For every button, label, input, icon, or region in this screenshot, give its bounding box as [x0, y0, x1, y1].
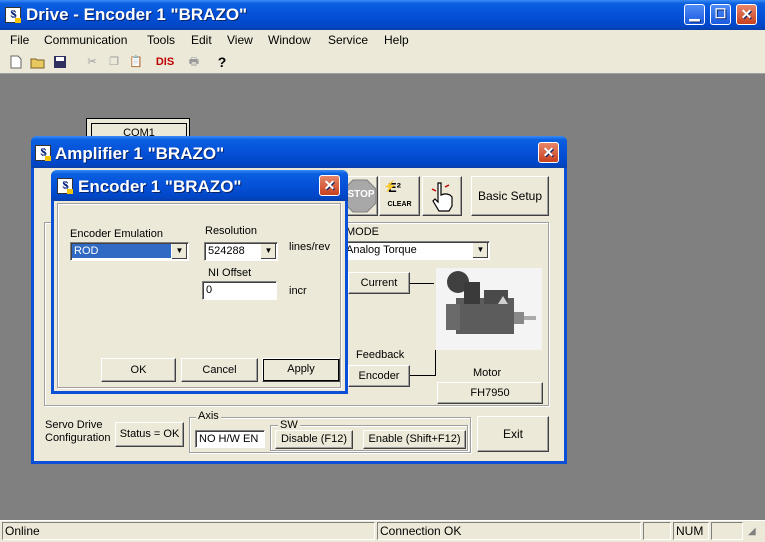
disable-button[interactable]: Disable (F12) — [275, 430, 353, 449]
ni-offset-label: NI Offset — [208, 267, 252, 279]
maximize-button[interactable]: ☐ — [710, 4, 731, 25]
cancel-button[interactable]: Cancel — [181, 358, 258, 382]
servo-config-label-1: Servo Drive — [45, 419, 103, 431]
save-icon[interactable] — [52, 55, 68, 69]
encoder-dialog-title: Encoder 1 "BRAZO" — [78, 177, 242, 196]
open-folder-icon[interactable] — [30, 55, 46, 69]
chevron-down-icon[interactable]: ▼ — [472, 243, 488, 258]
chevron-down-icon[interactable]: ▼ — [171, 244, 187, 259]
mode-label: MODE — [346, 226, 379, 238]
current-button[interactable]: Current — [348, 272, 410, 294]
mode-select-value: Analog Torque — [346, 244, 417, 256]
basic-setup-button[interactable]: Basic Setup — [471, 176, 549, 216]
chevron-down-icon[interactable]: ▼ — [260, 244, 276, 259]
status-panel-blank-1 — [643, 522, 671, 540]
servo-config-label-2: Configuration — [45, 432, 111, 444]
status-button[interactable]: Status = OK — [115, 422, 184, 447]
e2-clear-label: CLEAR — [387, 201, 412, 208]
ok-button[interactable]: OK — [101, 358, 176, 382]
encoder-dialog-title-bar: S Encoder 1 "BRAZO" ✕ — [51, 170, 348, 201]
encoder-emulation-select[interactable]: ROD ▼ — [70, 242, 189, 261]
resize-grip-icon[interactable]: ◢ — [748, 526, 762, 540]
main-close-button[interactable]: ✕ — [736, 4, 757, 25]
resolution-label: Resolution — [205, 225, 257, 237]
print-icon[interactable]: 🖶 — [186, 55, 202, 69]
resolution-value: 524288 — [208, 245, 245, 257]
status-online: Online — [2, 522, 375, 540]
amplifier-app-icon: S — [35, 145, 51, 161]
current-connector-line — [410, 283, 434, 284]
enable-button[interactable]: Enable (Shift+F12) — [363, 430, 466, 449]
motor-label: Motor — [473, 367, 502, 379]
axis-group-label: Axis — [196, 410, 221, 422]
amplifier-window-title: Amplifier 1 "BRAZO" — [55, 144, 225, 163]
cut-icon[interactable]: ✂ — [84, 55, 100, 69]
main-title-bar: S Drive - Encoder 1 "BRAZO" ▁ ☐ ✕ — [0, 0, 765, 30]
menu-file[interactable]: File — [10, 33, 29, 47]
mode-select[interactable]: Analog Torque ▼ — [342, 241, 490, 260]
feedback-label: Feedback — [356, 349, 405, 361]
dis-button[interactable]: DIS — [154, 55, 176, 69]
motor-image — [436, 268, 542, 350]
menu-communication[interactable]: Communication — [44, 33, 127, 47]
axis-status-field: NO H/W EN — [195, 430, 265, 448]
encoder-app-icon: S — [57, 178, 73, 194]
status-num: NUM — [673, 522, 709, 540]
main-window-title: Drive - Encoder 1 "BRAZO" — [26, 5, 248, 24]
encoder-connector-line — [410, 375, 436, 376]
encoder-emulation-value: ROD — [72, 244, 171, 258]
new-file-icon[interactable] — [8, 55, 24, 69]
motor-button[interactable]: FH7950 — [437, 382, 543, 404]
menu-tools[interactable]: Tools — [147, 33, 175, 47]
apply-button[interactable]: Apply — [262, 358, 340, 382]
encoder-emulation-label: Encoder Emulation — [70, 228, 163, 240]
amplifier-title-bar: S Amplifier 1 "BRAZO" ✕ — [31, 136, 567, 168]
menu-window[interactable]: Window — [268, 33, 311, 47]
menu-edit[interactable]: Edit — [191, 33, 212, 47]
amplifier-close-button[interactable]: ✕ — [538, 142, 559, 163]
menu-service[interactable]: Service — [328, 33, 368, 47]
e2-clear-button[interactable]: E² ⚡ CLEAR — [379, 176, 420, 216]
status-connection: Connection OK — [377, 522, 641, 540]
encoder-close-button[interactable]: ✕ — [319, 175, 340, 196]
exit-button[interactable]: Exit — [477, 416, 549, 452]
status-panel-blank-2 — [711, 522, 743, 540]
menu-help[interactable]: Help — [384, 33, 409, 47]
resolution-select[interactable]: 524288 ▼ — [204, 242, 278, 261]
minimize-button[interactable]: ▁ — [684, 4, 705, 25]
encoder-button[interactable]: Encoder — [348, 365, 410, 387]
lightning-icon: ⚡ — [383, 181, 397, 193]
help-icon[interactable]: ? — [214, 55, 230, 69]
paste-icon[interactable]: 📋 — [128, 55, 144, 69]
ni-offset-input[interactable]: 0 — [202, 281, 277, 300]
menu-view[interactable]: View — [227, 33, 253, 47]
ni-offset-unit: incr — [289, 285, 307, 297]
hand-pointer-button[interactable] — [422, 176, 462, 216]
copy-icon[interactable]: ❐ — [106, 55, 122, 69]
stop-label: STOP — [347, 189, 375, 200]
hand-pointer-icon — [431, 182, 453, 212]
encoder-connector-vertical — [435, 350, 436, 376]
resolution-unit: lines/rev — [289, 241, 330, 253]
app-icon: S — [5, 7, 21, 23]
